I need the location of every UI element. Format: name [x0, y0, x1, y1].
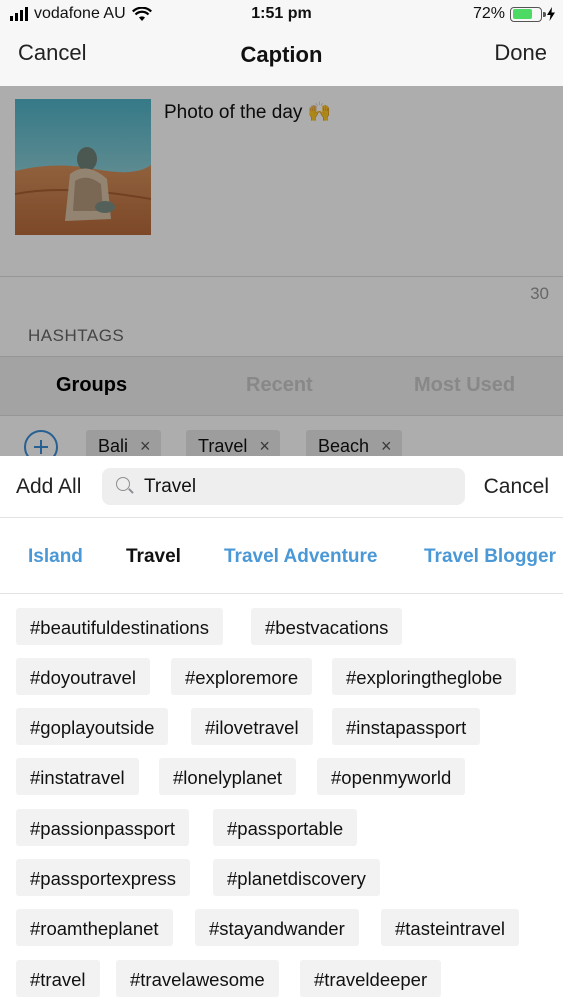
hashtag-chip[interactable]: #doyoutravel: [16, 658, 150, 695]
hashtag-chip[interactable]: #passportexpress: [16, 859, 191, 896]
hashtag-chip[interactable]: #planetdiscovery: [213, 859, 380, 896]
category-travel-adventure[interactable]: Travel Adventure: [224, 546, 377, 568]
hashtag-chip[interactable]: #beautifuldestinations: [16, 608, 223, 645]
search-query[interactable]: Travel: [144, 476, 196, 498]
search-icon: [116, 477, 130, 491]
hashtag-chip[interactable]: #goplayoutside: [16, 708, 169, 745]
hashtag-chip[interactable]: #exploremore: [171, 658, 313, 695]
hashtag-chip[interactable]: #stayandwander: [195, 909, 359, 946]
charging-icon: [547, 7, 555, 21]
hashtag-chip[interactable]: #travelawesome: [116, 960, 279, 997]
search-input[interactable]: Travel: [102, 468, 465, 505]
status-bar: vodafone AU 1:51 pm 72%: [0, 0, 563, 30]
hashtag-chip[interactable]: #instatravel: [16, 758, 139, 795]
page-title: Caption: [240, 42, 323, 67]
hashtag-chip[interactable]: #openmyworld: [317, 758, 466, 795]
hashtag-chip[interactable]: #bestvacations: [251, 608, 403, 645]
hashtag-chip[interactable]: #lonelyplanet: [159, 758, 297, 795]
done-button[interactable]: Done: [494, 40, 547, 66]
hashtag-chip[interactable]: #tasteintravel: [381, 909, 520, 946]
battery-percent: 72%: [472, 5, 505, 22]
hashtag-chip[interactable]: #passionpassport: [16, 809, 190, 846]
status-right: 72%: [473, 5, 555, 23]
hashtag-chip[interactable]: #passportable: [213, 809, 358, 846]
dim-overlay[interactable]: [0, 86, 563, 456]
hashtag-chip[interactable]: #travel: [16, 960, 100, 997]
hashtag-chip[interactable]: #exploringtheglobe: [332, 658, 517, 695]
category-row: Island Travel Travel Adventure Travel Bl…: [0, 518, 563, 594]
category-island[interactable]: Island: [28, 546, 83, 568]
hashtag-chip[interactable]: #traveldeeper: [300, 960, 442, 997]
hashtag-chip[interactable]: #roamtheplanet: [16, 909, 173, 946]
hashtag-chip[interactable]: #instapassport: [332, 708, 481, 745]
nav-bar: Cancel Caption Done: [0, 30, 563, 86]
category-travel-blogger[interactable]: Travel Blogger: [424, 546, 556, 568]
add-all-button[interactable]: Add All: [16, 475, 81, 499]
search-cancel-button[interactable]: Cancel: [484, 475, 549, 499]
category-travel[interactable]: Travel: [126, 546, 181, 568]
hashtag-chip[interactable]: #ilovetravel: [191, 708, 313, 745]
search-row: Add All Travel Cancel: [0, 456, 563, 518]
battery-icon: [510, 6, 546, 22]
hashtag-list: #beautifuldestinations #bestvacations #d…: [0, 594, 563, 1000]
